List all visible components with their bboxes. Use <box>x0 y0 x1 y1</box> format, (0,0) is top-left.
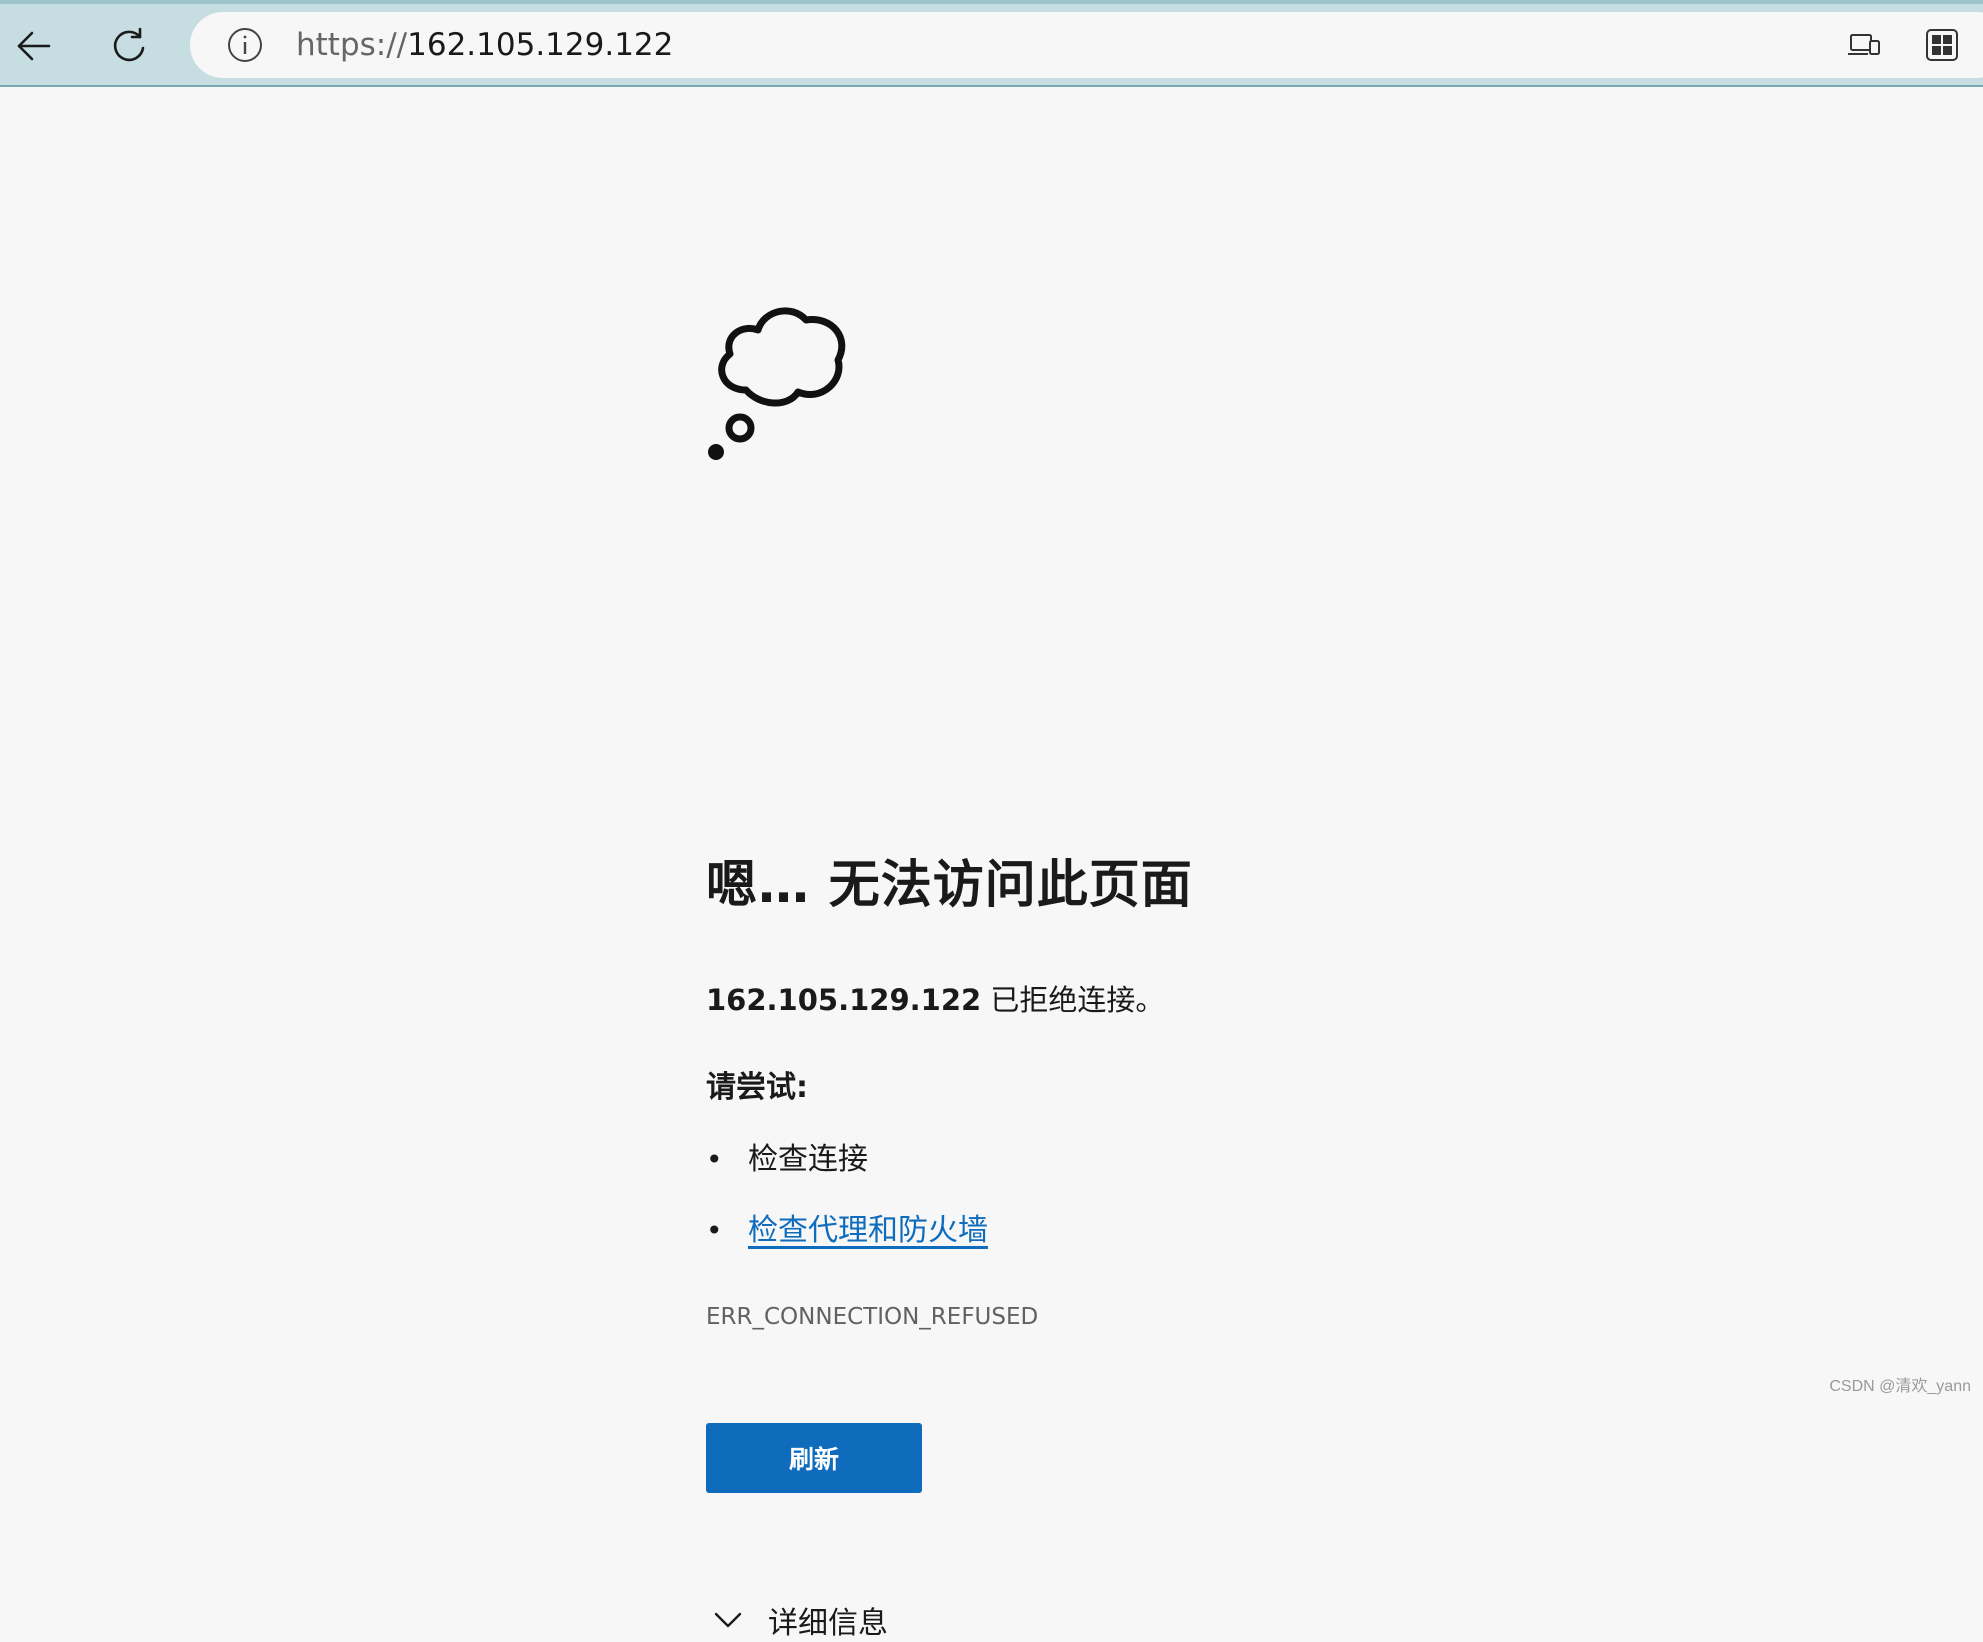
apps-grid-icon <box>1926 29 1958 61</box>
info-icon[interactable] <box>226 26 264 64</box>
try-heading: 请尝试: <box>706 1070 808 1105</box>
refused-text: 已拒绝连接。 <box>981 983 1165 1017</box>
app-available-button[interactable] <box>1844 25 1884 65</box>
apps-button[interactable] <box>1922 25 1962 65</box>
watermark: CSDN @清欢_yann <box>1829 1378 1971 1395</box>
suggestion-check-connection: 检查连接 <box>748 1142 868 1177</box>
proxy-firewall-link[interactable]: 检查代理和防火墙 <box>748 1213 988 1248</box>
error-code: ERR_CONNECTION_REFUSED <box>706 1304 1039 1330</box>
url-scheme: https:// <box>296 27 408 63</box>
chevron-down-icon <box>714 1612 742 1628</box>
url-text[interactable]: https://162.105.129.122 <box>296 12 673 78</box>
reload-button[interactable] <box>101 18 157 74</box>
url-host: 162.105.129.122 <box>407 27 674 63</box>
suggestion-item: • 检查连接 <box>706 1145 868 1175</box>
bullet: • <box>706 1143 723 1176</box>
refresh-button[interactable]: 刷新 <box>706 1423 922 1493</box>
app-available-icon <box>1848 34 1880 55</box>
bullet: • <box>706 1214 723 1247</box>
refused-message: 162.105.129.122 已拒绝连接。 <box>706 986 1164 1015</box>
reload-icon <box>113 27 145 62</box>
suggestion-item: • 检查代理和防火墙 <box>706 1216 988 1246</box>
details-toggle[interactable]: 详细信息 <box>712 1598 888 1642</box>
back-arrow-icon <box>17 31 51 61</box>
details-label: 详细信息 <box>768 1606 888 1641</box>
thought-cloud-icon <box>708 307 846 460</box>
page-title: 嗯… 无法访问此页面 <box>706 856 1193 915</box>
browser-toolbar: https://162.105.129.122 <box>0 0 1983 87</box>
back-button[interactable] <box>6 18 62 74</box>
refused-host: 162.105.129.122 <box>706 983 982 1017</box>
address-bar[interactable]: https://162.105.129.122 <box>190 12 1983 78</box>
